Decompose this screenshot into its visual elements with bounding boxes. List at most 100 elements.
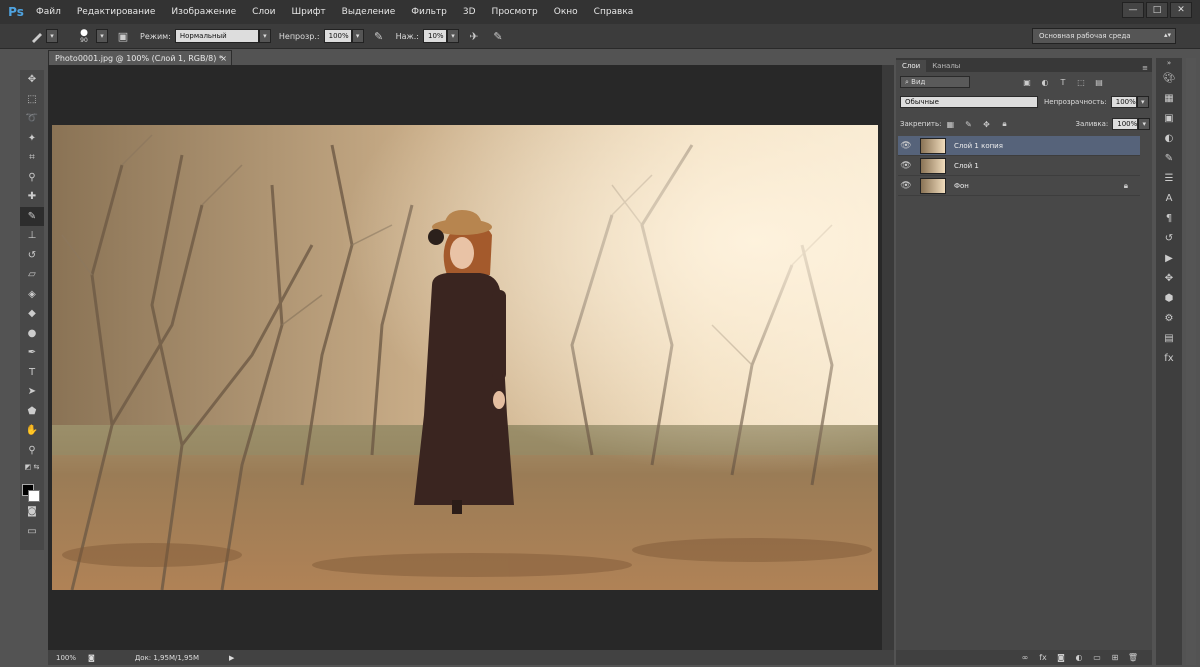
screen-mode-icon[interactable]: ▭	[20, 522, 44, 542]
document-photo[interactable]	[52, 125, 878, 590]
eraser-tool-icon[interactable]: ▱	[20, 265, 44, 285]
brush-panel-icon[interactable]: ✎	[1156, 148, 1182, 168]
panel-scrollbar[interactable]	[1186, 58, 1196, 665]
layer-opacity-input[interactable]: 100%	[1110, 96, 1137, 108]
pen-tool-icon[interactable]: ✒	[20, 343, 44, 363]
adjustment-layer-icon[interactable]: ◐	[1070, 653, 1088, 662]
swatches-panel-icon[interactable]: ▦	[1156, 88, 1182, 108]
flow-input[interactable]: 10%	[422, 29, 447, 43]
menu-help[interactable]: Справка	[586, 7, 642, 17]
blend-mode-select[interactable]: Обычные	[900, 96, 1038, 108]
menu-filter[interactable]: Фильтр	[403, 7, 455, 17]
tool-presets-icon[interactable]: ⚙	[1156, 308, 1182, 328]
menu-view[interactable]: Просмотр	[484, 7, 546, 17]
brush-tool-icon[interactable]: ✎	[20, 206, 44, 226]
panel-menu-icon[interactable]: ≡	[1142, 64, 1148, 72]
link-layers-icon[interactable]: ∞	[1016, 653, 1034, 662]
menu-window[interactable]: Окно	[546, 7, 586, 17]
tool-preset-dropdown[interactable]: ▾	[46, 29, 58, 43]
type-tool-icon[interactable]: T	[20, 363, 44, 383]
actions-panel-icon[interactable]: ▶	[1156, 248, 1182, 268]
visibility-eye-icon[interactable]: 👁︎	[898, 141, 914, 151]
lock-transparency-icon[interactable]: ▦	[941, 120, 959, 129]
crop-tool-icon[interactable]: ⌗	[20, 148, 44, 168]
shape-tool-icon[interactable]: ⬟	[20, 402, 44, 422]
magic-wand-tool-icon[interactable]: ✦	[20, 129, 44, 149]
character-panel-icon[interactable]: A	[1156, 188, 1182, 208]
blur-tool-icon[interactable]: ◆	[20, 304, 44, 324]
mode-select[interactable]: Нормальный	[174, 29, 259, 43]
status-info-icon[interactable]: ◙	[88, 654, 95, 662]
quick-mask-icon[interactable]: ◙	[20, 502, 44, 522]
lock-all-icon[interactable]: 🔒︎	[995, 119, 1013, 129]
layer-opacity-dropdown-icon[interactable]: ▾	[1136, 96, 1149, 108]
layer-name[interactable]: Слой 1	[954, 162, 979, 170]
dock-collapse-icon[interactable]: »	[1156, 58, 1182, 68]
menu-edit[interactable]: Редактирование	[69, 7, 164, 17]
tab-channels[interactable]: Каналы	[926, 60, 966, 72]
layer-filter-select[interactable]: ⌕ Вид	[900, 76, 970, 88]
close-button[interactable]: ✕	[1170, 2, 1192, 18]
menu-select[interactable]: Выделение	[334, 7, 404, 17]
default-colors-icon[interactable]: ◩ ⇆	[20, 460, 44, 474]
mode-dropdown-icon[interactable]: ▾	[258, 29, 271, 43]
paragraph-panel-icon[interactable]: ¶	[1156, 208, 1182, 228]
new-layer-icon[interactable]: ⊞	[1106, 653, 1124, 662]
properties-panel-icon[interactable]: ✥	[1156, 268, 1182, 288]
layer-row[interactable]: 👁︎ Слой 1 копия	[898, 136, 1140, 156]
3d-panel-icon[interactable]: ⬢	[1156, 288, 1182, 308]
filter-adjustment-icon[interactable]: ◐	[1036, 78, 1054, 87]
layer-name[interactable]: Слой 1 копия	[954, 142, 1003, 150]
eyedropper-tool-icon[interactable]: ⚲	[20, 168, 44, 188]
zoom-level[interactable]: 100%	[56, 654, 76, 662]
opacity-dropdown-icon[interactable]: ▾	[351, 29, 364, 43]
tab-layers[interactable]: Слои	[896, 60, 927, 72]
lasso-tool-icon[interactable]: ➰	[20, 109, 44, 129]
filter-shape-icon[interactable]: ⬚	[1072, 78, 1090, 87]
filter-type-icon[interactable]: T	[1054, 78, 1072, 87]
menu-image[interactable]: Изображение	[163, 7, 244, 17]
layer-row[interactable]: 👁︎ Фон 🔒︎	[898, 176, 1140, 196]
marquee-tool-icon[interactable]: ⬚	[20, 90, 44, 110]
fill-dropdown-icon[interactable]: ▾	[1138, 118, 1151, 130]
visibility-eye-icon[interactable]: 👁︎	[898, 181, 914, 191]
brush-panel-icon[interactable]: ▣	[114, 27, 132, 45]
flow-dropdown-icon[interactable]: ▾	[446, 29, 459, 43]
adjustments-panel-icon[interactable]: ◐	[1156, 128, 1182, 148]
styles-panel-icon[interactable]: ▣	[1156, 108, 1182, 128]
minimize-button[interactable]: —	[1122, 2, 1144, 18]
brush-size-picker[interactable]: ● 90	[72, 28, 96, 44]
healing-brush-tool-icon[interactable]: ✚	[20, 187, 44, 207]
brush-tool-icon[interactable]	[28, 27, 46, 45]
close-tab-icon[interactable]: ×	[220, 54, 227, 63]
lock-pixels-icon[interactable]: ✎	[959, 120, 977, 129]
zoom-tool-icon[interactable]: ⚲	[20, 441, 44, 461]
color-panel-icon[interactable]: 🎨︎	[1156, 68, 1182, 88]
maximize-button[interactable]: □	[1146, 2, 1168, 18]
paint-bucket-tool-icon[interactable]: ◈	[20, 285, 44, 305]
airbrush-icon[interactable]: ✈	[465, 27, 483, 45]
visibility-eye-icon[interactable]: 👁︎	[898, 161, 914, 171]
brush-presets-icon[interactable]: ☰	[1156, 168, 1182, 188]
history-panel-icon[interactable]: ↺	[1156, 228, 1182, 248]
pressure-opacity-icon[interactable]: ✎	[370, 27, 388, 45]
move-tool-icon[interactable]: ✥	[20, 70, 44, 90]
hand-tool-icon[interactable]: ✋	[20, 421, 44, 441]
canvas-vertical-scrollbar[interactable]	[882, 65, 894, 650]
fill-input[interactable]: 100%	[1112, 118, 1139, 130]
background-color-swatch[interactable]	[28, 490, 40, 502]
layer-row[interactable]: 👁︎ Слой 1	[898, 156, 1140, 176]
layer-style-icon[interactable]: fx	[1034, 653, 1052, 662]
brush-size-dropdown[interactable]: ▾	[96, 29, 108, 43]
add-mask-icon[interactable]: ◙	[1052, 653, 1070, 662]
lock-position-icon[interactable]: ✥	[977, 120, 995, 129]
filter-smart-object-icon[interactable]: ▤	[1090, 78, 1108, 87]
status-menu-arrow-icon[interactable]: ▶	[229, 654, 234, 662]
menu-file[interactable]: Файл	[28, 7, 69, 17]
menu-type[interactable]: Шрифт	[284, 7, 334, 17]
path-selection-tool-icon[interactable]: ➤	[20, 382, 44, 402]
new-group-icon[interactable]: ▭	[1088, 653, 1106, 662]
timeline-panel-icon[interactable]: fx	[1156, 348, 1182, 368]
opacity-input[interactable]: 100%	[323, 29, 352, 43]
clone-stamp-tool-icon[interactable]: ⊥	[20, 226, 44, 246]
